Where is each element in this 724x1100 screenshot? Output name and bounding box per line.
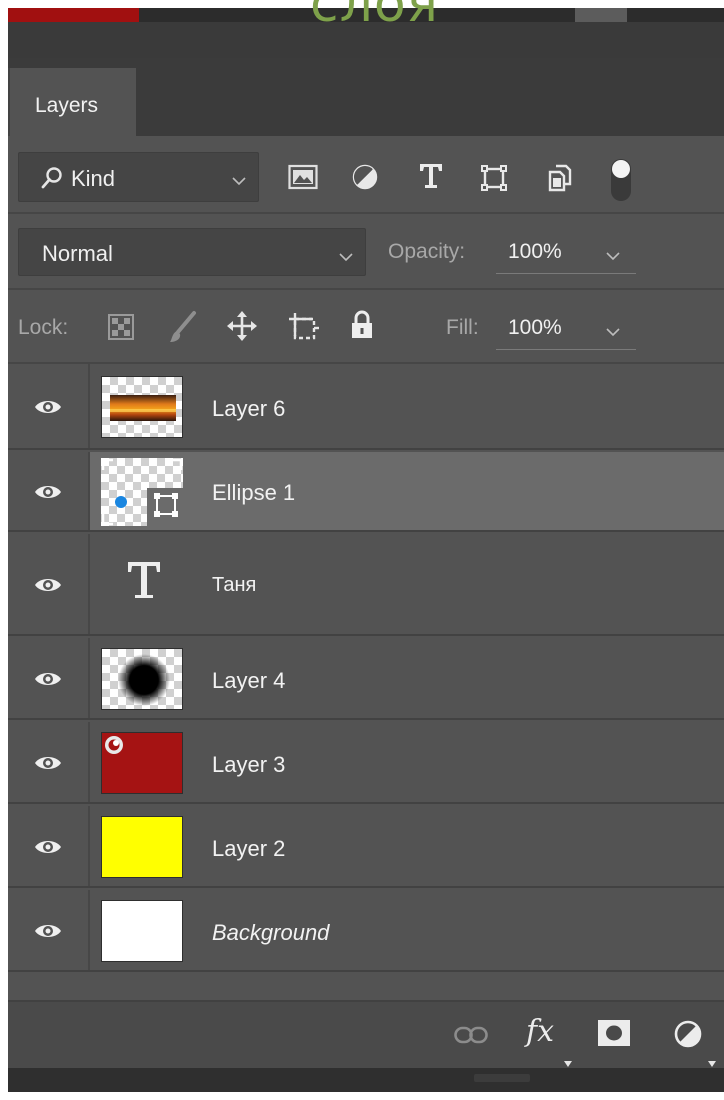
- fill-label: Fill:: [446, 316, 479, 339]
- lock-row: Lock: Fill: 100%: [8, 296, 724, 362]
- eye-icon[interactable]: [34, 483, 62, 506]
- divider: [8, 212, 724, 214]
- layer-name: Таня: [212, 574, 257, 596]
- chevron-down-icon: [339, 249, 353, 267]
- layer-name: Background: [212, 920, 330, 945]
- chevron-down-icon[interactable]: [606, 324, 620, 342]
- layer-thumbnail: [101, 732, 183, 794]
- eye-icon[interactable]: [34, 576, 62, 599]
- layer-thumbnail: [101, 458, 183, 526]
- eye-icon[interactable]: [34, 838, 62, 861]
- layer-row-background[interactable]: Background: [8, 890, 724, 972]
- layer-thumbnail: [101, 376, 183, 438]
- visibility-column: [8, 722, 90, 802]
- layers-list: Layer 6 Ellipse 1 Таня Layer 4 Layer 3 L…: [8, 364, 724, 994]
- search-icon: [41, 166, 63, 195]
- layer-row-layer-2[interactable]: Layer 2: [8, 806, 724, 888]
- panel-bottom-toolbar: fx: [8, 1000, 724, 1068]
- lock-image-pixels-icon[interactable]: [168, 310, 198, 349]
- layer-row-ellipse-1[interactable]: Ellipse 1: [8, 452, 724, 532]
- resize-grip[interactable]: [474, 1074, 530, 1082]
- lock-transparent-pixels-icon[interactable]: [108, 314, 134, 345]
- lock-artboard-icon[interactable]: [288, 312, 320, 347]
- filter-row: Kind: [8, 148, 724, 212]
- visibility-column: [8, 890, 90, 970]
- fill-value: 100%: [508, 316, 562, 339]
- kind-filter-select[interactable]: Kind: [18, 152, 259, 202]
- link-layers-icon[interactable]: [454, 1026, 488, 1049]
- layer-row-layer-4[interactable]: Layer 4: [8, 638, 724, 720]
- panel-tab-bar: Layers: [8, 58, 724, 136]
- eye-icon[interactable]: [34, 922, 62, 945]
- layer-thumbnail: [101, 900, 183, 962]
- visibility-column: [8, 452, 90, 530]
- layer-row-layer-3[interactable]: Layer 3: [8, 722, 724, 804]
- layer-row-tanya[interactable]: Таня: [8, 534, 724, 636]
- layer-name: Layer 6: [212, 396, 286, 421]
- layer-name: Ellipse 1: [212, 480, 296, 505]
- type-filter-icon[interactable]: [418, 162, 444, 195]
- layer-name: Layer 3: [212, 752, 286, 777]
- layer-style-badge-icon: [105, 736, 123, 754]
- lock-all-icon[interactable]: [350, 310, 374, 345]
- type-layer-icon: [126, 560, 162, 605]
- layer-name: Layer 4: [212, 668, 286, 693]
- top-bar-gray: [575, 8, 627, 22]
- shape-layer-thumbnail: [101, 458, 183, 526]
- chevron-down-icon[interactable]: [606, 248, 620, 266]
- lock-position-icon[interactable]: [226, 310, 258, 347]
- adjustment-filter-icon[interactable]: [352, 164, 378, 195]
- opacity-label: Opacity:: [388, 240, 466, 263]
- smart-object-filter-icon[interactable]: [548, 164, 572, 197]
- lock-label: Lock:: [18, 316, 69, 339]
- layer-thumbnail: [101, 648, 183, 710]
- sunset-thumbnail: [110, 395, 176, 421]
- visibility-column: [8, 638, 90, 718]
- visibility-column: [8, 806, 90, 886]
- new-adjustment-layer-icon[interactable]: [674, 1020, 702, 1053]
- visibility-column: [8, 534, 90, 634]
- layer-mask-icon[interactable]: [598, 1020, 630, 1051]
- fill-field[interactable]: 100%: [496, 306, 636, 350]
- eye-icon[interactable]: [34, 754, 62, 777]
- chevron-down-icon: [232, 173, 246, 191]
- red-bar: [8, 8, 139, 22]
- top-bar-dark-right: [627, 8, 724, 22]
- layers-panel: Layers Kind Normal Opacity: 100% Lock: F…: [8, 8, 724, 1092]
- shape-filter-icon[interactable]: [480, 164, 508, 197]
- blend-mode-value: Normal: [42, 241, 113, 266]
- layer-thumbnail: [101, 816, 183, 878]
- layer-name: Layer 2: [212, 836, 286, 861]
- blend-row: Normal Opacity: 100%: [8, 222, 724, 286]
- visibility-column: [8, 364, 90, 448]
- opacity-field[interactable]: 100%: [496, 230, 636, 274]
- layer-row-layer-6[interactable]: Layer 6: [8, 364, 724, 450]
- image-filter-icon[interactable]: [288, 164, 318, 195]
- opacity-value: 100%: [508, 240, 562, 263]
- filter-toggle-icon[interactable]: [610, 158, 632, 207]
- eye-icon[interactable]: [34, 670, 62, 693]
- fx-icon[interactable]: fx: [526, 1014, 554, 1049]
- panel-footer: [8, 1068, 724, 1092]
- kind-label: Kind: [71, 166, 116, 191]
- divider: [8, 288, 724, 290]
- eye-icon[interactable]: [34, 398, 62, 421]
- overlay-caption: слоя: [310, 0, 439, 34]
- blend-mode-select[interactable]: Normal: [18, 228, 366, 276]
- blurred-circle-thumbnail: [118, 654, 170, 706]
- tab-layers[interactable]: Layers: [8, 68, 136, 136]
